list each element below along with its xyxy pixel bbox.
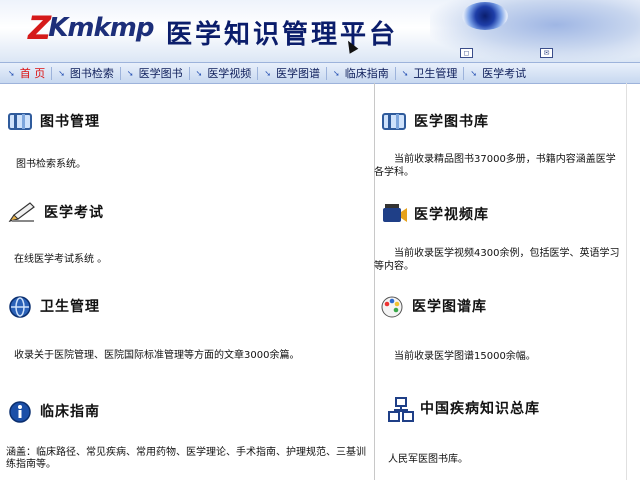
- card-desc: 人民军医图书库。: [388, 454, 468, 465]
- nav-home[interactable]: ➘ 首 页: [0, 65, 51, 81]
- card-header[interactable]: 医学图谱库: [380, 295, 620, 318]
- card-medical-exam: 医学考试: [8, 201, 368, 223]
- right-border: [626, 83, 627, 480]
- card-desc: 在线医学考试系统 。: [14, 254, 108, 265]
- card-header[interactable]: 临床指南: [8, 400, 368, 423]
- card-title[interactable]: 图书管理: [40, 111, 100, 131]
- arrow-icon: ➘: [126, 68, 134, 78]
- arrow-icon: ➘: [470, 68, 478, 78]
- card-header[interactable]: 医学图书库: [382, 110, 622, 132]
- card-medical-library: 医学图书库: [382, 110, 622, 132]
- arrow-icon: ➘: [401, 68, 409, 78]
- header-icons: ◻ ✉: [460, 47, 640, 62]
- nav-label: 临床指南: [344, 67, 389, 80]
- nav-label: 医学视频: [207, 67, 252, 80]
- nav-label: 医学图书: [138, 67, 183, 80]
- card-header[interactable]: 中国疾病知识总库: [388, 397, 628, 422]
- card-book-management: 图书管理: [8, 110, 368, 132]
- nav-clinical-guide[interactable]: ➘ 临床指南: [327, 65, 395, 81]
- card-clinical-guide: 临床指南: [8, 400, 368, 423]
- arrow-icon: ➘: [195, 68, 203, 78]
- card-desc: 图书检索系统。: [16, 159, 86, 170]
- video-icon: [382, 203, 407, 225]
- site-title: 医学知识管理平台: [166, 20, 399, 50]
- nav-medical-exam[interactable]: ➘ 医学考试: [464, 65, 532, 81]
- card-desc: 当前收录医学图谱15000余幅。: [394, 351, 536, 362]
- card-title[interactable]: 卫生管理: [40, 296, 100, 316]
- card-header[interactable]: 图书管理: [8, 110, 368, 132]
- arrow-icon: ➘: [264, 68, 272, 78]
- nav-medical-video[interactable]: ➘ 医学视频: [190, 65, 258, 81]
- nav-book-search[interactable]: ➘ 图书检索: [52, 65, 120, 81]
- nav-label: 卫生管理: [413, 67, 458, 80]
- nav-health-management[interactable]: ➘ 卫生管理: [396, 65, 464, 81]
- arrow-icon: ➘: [58, 68, 65, 78]
- pen-icon: [8, 201, 35, 223]
- nav-medical-atlas[interactable]: ➘ 医学图谱: [258, 65, 326, 81]
- site-logo[interactable]: Z Kmkmp: [28, 9, 154, 47]
- card-header[interactable]: 医学考试: [8, 201, 368, 223]
- logo-text: Kmkmp: [48, 13, 154, 43]
- database-icon: [388, 397, 414, 422]
- card-health-management: 卫生管理: [8, 295, 368, 318]
- home-icon[interactable]: ◻: [460, 48, 473, 58]
- globe-icon: [8, 295, 32, 318]
- mail-icon[interactable]: ✉: [540, 48, 553, 58]
- card-header[interactable]: 医学视频库: [382, 203, 622, 225]
- main-content: 图书管理 图书检索系统。 医学考试 在线医学考试系统 。 卫生管理 收录关于医院…: [0, 83, 640, 480]
- card-desc: 当前收录精品图书37000多册，书籍内容涵盖医学各学科。: [374, 154, 616, 178]
- card-atlas-library: 医学图谱库: [380, 295, 620, 318]
- logo-z: Z: [28, 9, 51, 47]
- nav-label: 首 页: [19, 67, 46, 80]
- library-icon: [382, 110, 406, 132]
- nav-label: 医学图谱: [276, 67, 321, 80]
- nav-medical-books[interactable]: ➘ 医学图书: [121, 65, 189, 81]
- eye-graphic: [462, 2, 508, 30]
- card-title[interactable]: 中国疾病知识总库: [420, 398, 540, 418]
- main-nav: ➘ 首 页 ➘ 图书检索 ➘ 医学图书 ➘ 医学视频 ➘ 医学图谱 ➘ 临床指南…: [0, 62, 640, 84]
- info-circle-icon: [8, 400, 32, 423]
- site-header: Z Kmkmp 医学知识管理平台 ◻ ✉: [0, 0, 640, 62]
- card-desc: 当前收录医学视频4300余例，包括医学、英语学习等内容。: [374, 248, 620, 272]
- nav-label: 图书检索: [69, 67, 114, 80]
- arrow-icon: ➘: [8, 68, 15, 78]
- card-title[interactable]: 医学考试: [44, 202, 104, 222]
- card-title[interactable]: 临床指南: [40, 401, 100, 421]
- card-disease-knowledge: 中国疾病知识总库: [388, 397, 628, 422]
- card-video-library: 医学视频库: [382, 203, 622, 225]
- card-title[interactable]: 医学图谱库: [412, 296, 487, 316]
- arrow-icon: ➘: [333, 68, 340, 78]
- column-divider: [374, 83, 375, 480]
- card-desc: 涵盖：临床路径、常见疾病、常用药物、医学理论、手术指南、护理规范、三基训练指南等…: [6, 447, 366, 470]
- palette-icon: [380, 295, 404, 318]
- card-title[interactable]: 医学图书库: [414, 111, 489, 131]
- card-header[interactable]: 卫生管理: [8, 295, 368, 318]
- nav-label: 医学考试: [482, 67, 527, 80]
- card-desc: 收录关于医院管理、医院国际标准管理等方面的文章3000余篇。: [14, 350, 300, 361]
- book-icon: [8, 110, 32, 132]
- card-title[interactable]: 医学视频库: [414, 204, 489, 224]
